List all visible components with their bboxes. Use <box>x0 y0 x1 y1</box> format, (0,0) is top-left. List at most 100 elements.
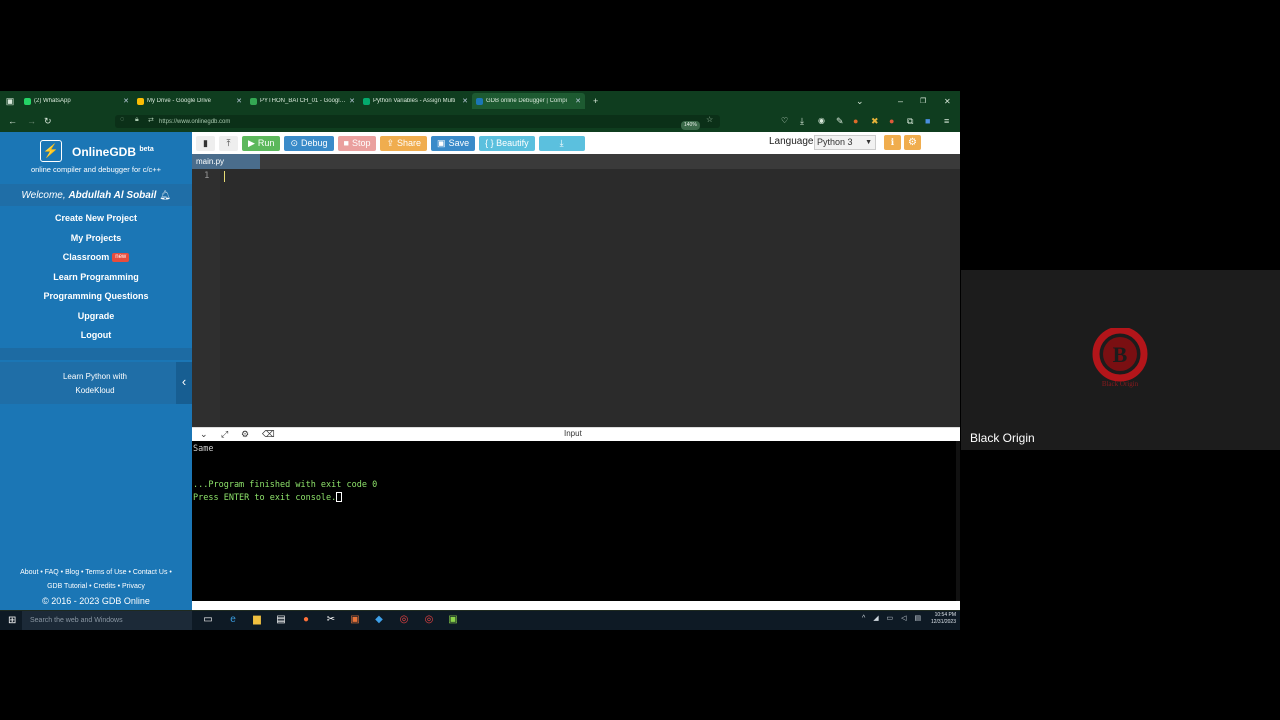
system-tray[interactable]: ^ ◢ ▭ ◁ ▤ <box>862 614 924 622</box>
account-icon[interactable]: ◉ <box>818 116 825 125</box>
edge-icon[interactable]: e <box>227 614 239 626</box>
app-green-icon[interactable]: ▣ <box>447 614 459 626</box>
task-view-icon[interactable]: ▭ <box>202 614 214 626</box>
store-icon[interactable]: ▤ <box>275 614 287 626</box>
gear-icon[interactable]: ⚙ <box>241 429 249 440</box>
sidebar-item-upgrade[interactable]: Upgrade <box>0 307 192 327</box>
debug-button[interactable]: ⊙ Debug <box>284 135 334 151</box>
promo-line: Learn Python with <box>62 372 128 381</box>
input-tab[interactable]: Input <box>564 429 582 438</box>
footer-links[interactable]: GDB Tutorial • Credits • Privacy <box>0 580 192 594</box>
close-icon[interactable]: ✕ <box>236 97 242 105</box>
new-tab-icon[interactable]: + <box>593 96 598 106</box>
line-gutter: 1 <box>192 169 220 427</box>
code-editor[interactable]: 1 <box>192 169 960 427</box>
info-button[interactable]: ℹ <box>884 135 901 150</box>
windows-start-icon[interactable]: ⊞ <box>8 615 16 626</box>
debug-icon: ⊙ <box>290 137 298 148</box>
run-button[interactable]: ▶ Run <box>242 135 281 151</box>
expand-icon[interactable]: ⤢ <box>221 429 228 440</box>
url-text: https://www.onlinegdb.com <box>159 118 231 125</box>
chrome-icon[interactable]: ◎ <box>398 614 410 626</box>
drive-icon <box>137 97 144 105</box>
sidebar-item-create-new-project[interactable]: Create New Project <box>0 209 192 229</box>
download-icon[interactable]: ⤓ <box>800 116 804 127</box>
copyright: © 2016 - 2023 GDB Online <box>42 596 150 606</box>
language-select[interactable]: Python 3 ▼ <box>814 135 876 150</box>
sidebar-item-logout[interactable]: Logout <box>0 326 192 346</box>
tab-label: GDB online Debugger | Compi <box>486 98 567 104</box>
back-icon[interactable]: ← <box>8 116 17 126</box>
tab-label: (2) WhatsApp <box>34 98 71 104</box>
sidebar-item-classroom[interactable]: Classroom new <box>0 248 192 268</box>
extension-red-icon[interactable]: ● <box>889 116 894 126</box>
permissions-icon: ⇄ <box>148 117 154 124</box>
menu-icon[interactable]: ≡ <box>944 116 949 126</box>
vscode-icon[interactable]: ◆ <box>373 614 385 626</box>
restore-icon[interactable]: ❐ <box>920 97 926 105</box>
address-bar[interactable]: ◌ 🔒︎ ⇄ https://www.onlinegdb.com 140% ☆ <box>115 115 720 130</box>
participant-tile: B Black Origin Black Origin <box>961 270 1280 450</box>
pen-icon[interactable]: ✎ <box>836 116 844 127</box>
close-icon[interactable]: ✕ <box>349 97 355 105</box>
tab-google-sheets[interactable]: PYTHON_BATCH_01 - Google S ✕ <box>246 93 359 109</box>
pocket-icon[interactable]: ♡ <box>781 116 788 125</box>
upload-icon[interactable]: ⤒ <box>219 135 238 151</box>
console-line: Same <box>193 444 214 454</box>
console-output[interactable]: Same ...Program finished with exit code … <box>192 441 960 601</box>
extension-blue-icon[interactable]: ■ <box>925 116 930 126</box>
app-icon[interactable]: ▣ <box>349 614 361 626</box>
close-icon[interactable]: ✕ <box>462 97 468 105</box>
new-badge: new <box>112 253 130 263</box>
firefox-icon[interactable]: ● <box>300 614 312 626</box>
tab-google-drive[interactable]: My Drive - Google Drive ✕ <box>133 93 246 109</box>
logo[interactable]: ⚡ OnlineGDB beta online compiler and deb… <box>0 132 192 177</box>
tab-python-variables[interactable]: Python Variables - Assign Multi ✕ <box>359 93 472 109</box>
tab-actions-icon[interactable]: ▣ <box>0 96 20 107</box>
footer-links[interactable]: About • FAQ • Blog • Terms of Use • Cont… <box>0 566 192 580</box>
stop-icon: ■ <box>343 137 349 148</box>
participant-name: Black Origin <box>970 431 1035 445</box>
close-icon[interactable]: ✕ <box>123 97 129 105</box>
download-button[interactable]: ⤓ <box>538 135 585 151</box>
bell-icon[interactable]: 🔔︎ <box>159 190 170 200</box>
extension-x-icon[interactable]: ✖ <box>871 116 879 127</box>
stop-label: Stop <box>351 137 371 148</box>
shield-icon: ◌ <box>120 116 125 123</box>
console-scrollbar[interactable] <box>956 441 960 601</box>
extension-icon[interactable]: ● <box>853 116 858 126</box>
clear-icon[interactable]: ⌫ <box>262 429 275 440</box>
download-icon: ⤓ <box>559 137 564 148</box>
close-icon[interactable]: ✕ <box>575 97 581 105</box>
forward-icon[interactable]: → <box>27 116 36 126</box>
stop-button[interactable]: ■ Stop <box>337 135 377 151</box>
minimize-icon[interactable]: – <box>898 96 903 106</box>
snipping-tool-icon[interactable]: ✂ <box>325 614 337 626</box>
chevron-left-icon[interactable]: ‹ <box>176 362 192 404</box>
reload-icon[interactable]: ↻ <box>44 116 52 127</box>
new-file-icon[interactable]: ▮ <box>196 135 215 151</box>
save-button[interactable]: ▣ Save <box>431 135 476 151</box>
file-tab-main-py[interactable]: main.py <box>192 154 260 169</box>
chrome-icon[interactable]: ◎ <box>423 614 435 626</box>
black-origin-logo: B Black Origin <box>1092 328 1148 388</box>
share-button[interactable]: ⇪ Share <box>380 135 428 151</box>
chevron-down-icon[interactable]: ⌄ <box>200 429 208 440</box>
window-close-icon[interactable]: ✕ <box>944 97 951 106</box>
taskbar-search[interactable]: Search the web and Windows <box>22 611 192 630</box>
promo-banner[interactable]: Learn Python with KodeKloud ‹ <box>0 362 192 404</box>
sidebar-item-my-projects[interactable]: My Projects <box>0 229 192 249</box>
file-explorer-icon[interactable]: ▆ <box>251 614 263 626</box>
sidebar-item-label: Programming Questions <box>43 291 149 301</box>
beautify-button[interactable]: { } Beautify <box>479 135 535 151</box>
tab-list-icon[interactable]: ⌄ <box>856 96 864 107</box>
tab-whatsapp[interactable]: (2) WhatsApp ✕ <box>20 93 133 109</box>
extensions-icon[interactable]: ⧉ <box>907 116 913 127</box>
settings-button[interactable]: ⚙ <box>904 135 921 150</box>
sidebar-item-learn-programming[interactable]: Learn Programming <box>0 268 192 288</box>
zoom-level[interactable]: 140% <box>681 121 700 130</box>
bookmark-star-icon[interactable]: ☆ <box>706 115 713 124</box>
tab-gdb-online[interactable]: GDB online Debugger | Compi ✕ <box>472 93 585 109</box>
taskbar-clock[interactable]: 10:54 PM 12/31/2023 <box>918 612 956 626</box>
sidebar-item-programming-questions[interactable]: Programming Questions <box>0 287 192 307</box>
